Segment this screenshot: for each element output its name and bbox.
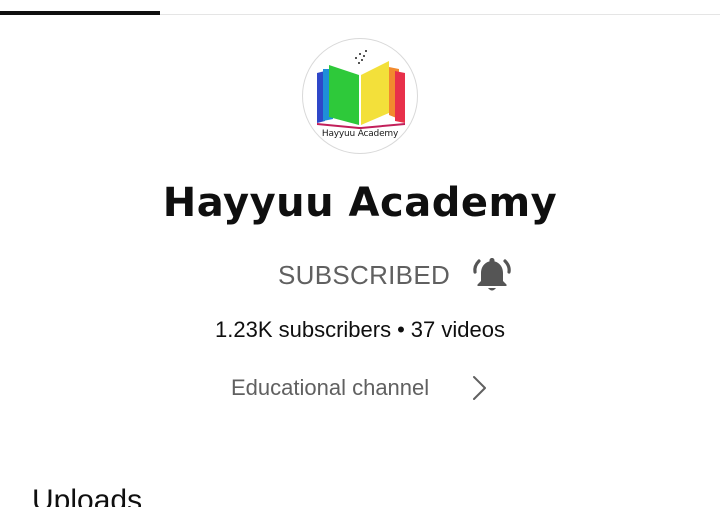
channel-stats: 1.23K subscribers • 37 videos [0, 317, 720, 343]
about-link[interactable]: Educational channel [224, 370, 504, 406]
chevron-right-icon [473, 376, 486, 400]
channel-page: Hayyuu Academy Hayyuu Academy SUBSCRIBED… [0, 0, 720, 507]
uploads-section-title: Uploads [32, 484, 143, 507]
active-tab-indicator [0, 11, 160, 15]
subscribe-row: SUBSCRIBED [270, 250, 530, 298]
channel-name: Hayyuu Academy [162, 180, 558, 226]
stats-separator: • [397, 317, 405, 342]
bell-icon[interactable] [470, 252, 514, 296]
tab-strip [0, 0, 720, 16]
tab-divider [160, 14, 720, 15]
subscribed-button[interactable]: SUBSCRIBED [278, 260, 450, 291]
channel-avatar[interactable]: Hayyuu Academy [302, 38, 418, 154]
avatar-caption: Hayyuu Academy [321, 129, 399, 139]
video-count: 37 videos [410, 317, 505, 342]
subscriber-count: 1.23K subscribers [215, 317, 392, 342]
about-label: Educational channel [231, 375, 430, 400]
